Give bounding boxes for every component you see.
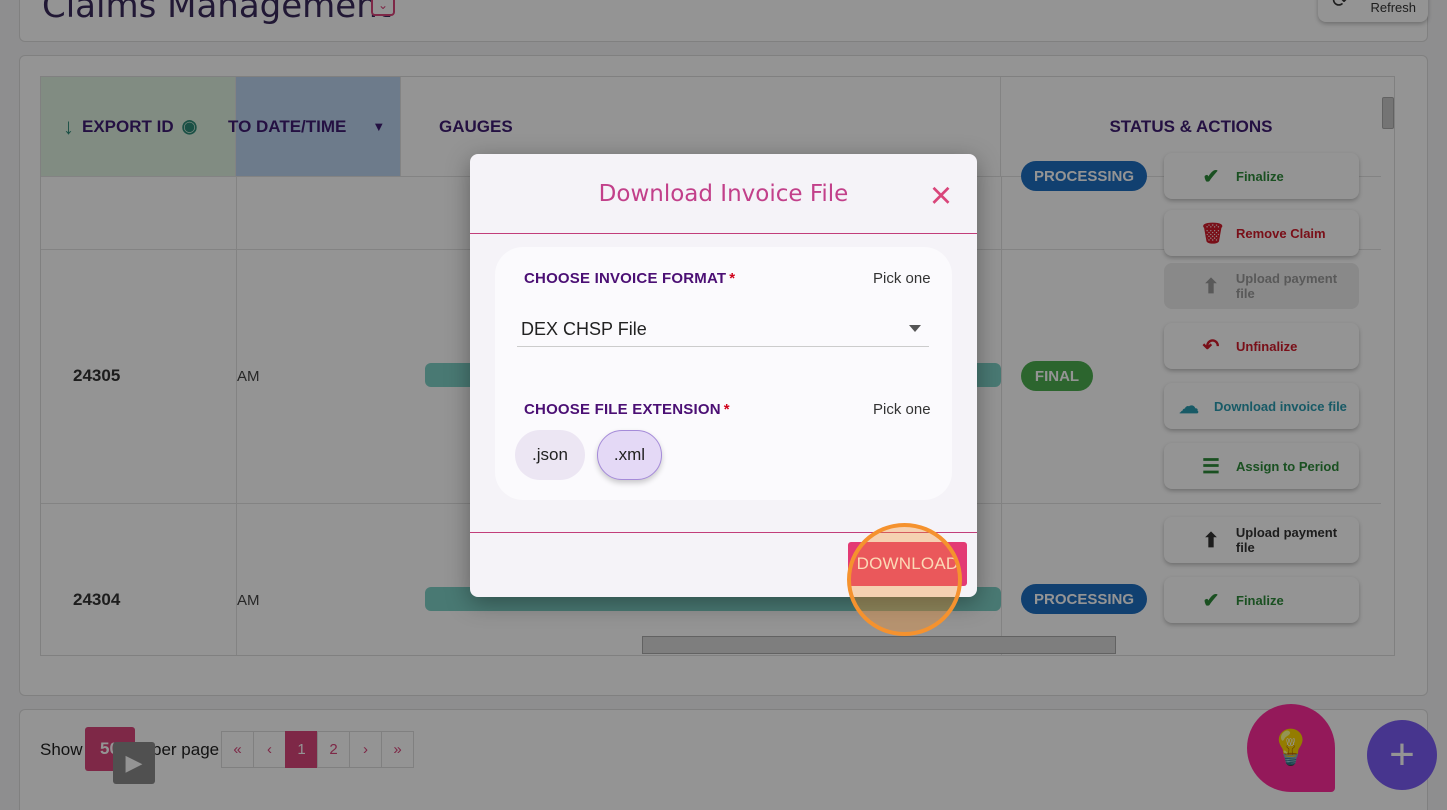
invoice-format-value: DEX CHSP File [521,319,647,339]
invoice-format-select[interactable]: DEX CHSP File [517,313,929,347]
extension-hint: Pick one [873,401,931,418]
modal-title: Download Invoice File [598,180,849,207]
extension-label-text: CHOOSE FILE EXTENSION [524,401,721,418]
format-label: CHOOSE INVOICE FORMAT * [524,270,735,287]
extension-chip-json[interactable]: .json [515,430,585,480]
format-hint: Pick one [873,270,931,287]
caret-down-icon [909,325,921,332]
modal-header: Download Invoice File × [470,154,977,234]
format-label-text: CHOOSE INVOICE FORMAT [524,270,727,287]
required-marker: * [723,401,730,418]
extension-chip-xml[interactable]: .xml [597,430,662,480]
close-icon[interactable]: × [926,177,956,215]
extension-label: CHOOSE FILE EXTENSION * [524,401,730,418]
click-highlight [847,523,962,636]
required-marker: * [729,270,736,287]
modal-form: CHOOSE INVOICE FORMAT * Pick one DEX CHSP… [495,247,952,500]
